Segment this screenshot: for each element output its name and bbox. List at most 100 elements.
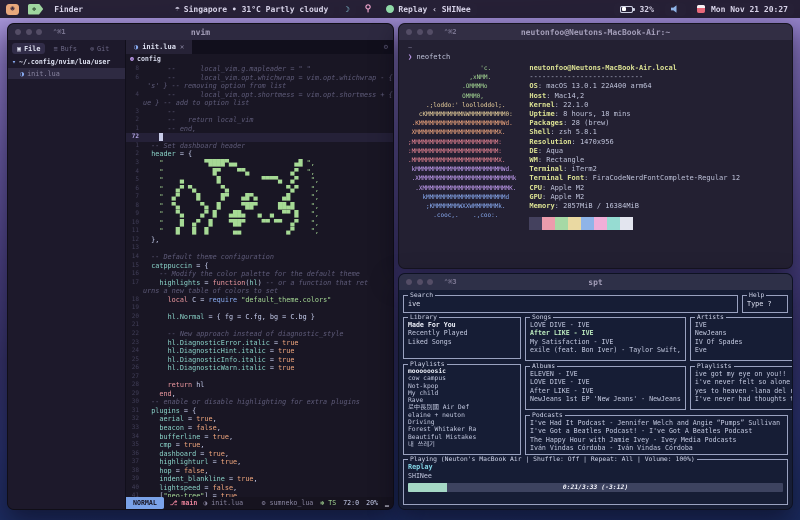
now-playing-panel[interactable]: Playing (Neuton's MacBook Air | Shuffle:… bbox=[403, 459, 788, 505]
list-item[interactable]: Liked Songs bbox=[408, 338, 516, 346]
traffic-lights[interactable] bbox=[15, 29, 42, 35]
tree-root-folder[interactable]: ▾ ~/.config/nvim/lua/user bbox=[8, 57, 125, 67]
front-app-pill[interactable]: Finder bbox=[48, 3, 89, 16]
list-item[interactable]: LOVE DIVE - IVE bbox=[530, 378, 681, 386]
list-item[interactable]: IV Of Spades bbox=[695, 338, 793, 346]
app-icon[interactable]: ☻ bbox=[6, 4, 19, 15]
library-panel[interactable]: Library Made For YouRecently PlayedLiked… bbox=[403, 317, 521, 359]
terminal-titlebar[interactable]: ⌃⌘2 neutonfoo@Neutons-MacBook-Air:~ bbox=[399, 24, 792, 40]
code-line[interactable]: 37 highlighturl = true, bbox=[126, 458, 393, 467]
weather-pill[interactable]: ☂ Singapore • 31°C Partly cloudy bbox=[169, 3, 334, 16]
list-item[interactable]: Made For You bbox=[408, 321, 516, 329]
code-line[interactable]: 32 aerial = true, bbox=[126, 415, 393, 424]
list-item[interactable]: elaine + neuton bbox=[408, 412, 516, 419]
code-line[interactable]: 31 plugins = { bbox=[126, 407, 393, 416]
list-item[interactable]: Forest Whitaker Ra bbox=[408, 426, 516, 433]
spt-titlebar[interactable]: ⌃⌘3 spt bbox=[399, 274, 792, 290]
code-line[interactable]: 36 dashboard = true, bbox=[126, 450, 393, 459]
list-item[interactable]: ive got my eye on you!! bbox=[695, 370, 793, 378]
list-item[interactable]: ELEVEN - IVE bbox=[530, 370, 681, 378]
code-line[interactable]: 18 local C = require "default_theme.colo… bbox=[126, 296, 393, 305]
list-item[interactable]: LOVE DIVE - IVE bbox=[530, 321, 681, 329]
code-line[interactable]: 17 highlights = function(hl) -- or a fun… bbox=[126, 279, 393, 288]
minimize-button[interactable] bbox=[26, 29, 32, 35]
playlists-panel[interactable]: Playlists moooooosiccow campusNot-kpopMy… bbox=[403, 364, 521, 455]
code-line[interactable]: ue } -- add to option list bbox=[126, 99, 393, 108]
code-line[interactable]: 5 " ▄ █ ▀▀▀▀▄ ▄▀ ", bbox=[126, 176, 393, 185]
clock-pill[interactable]: Mon Nov 21 20:27 bbox=[691, 3, 794, 16]
zoom-button[interactable] bbox=[427, 279, 433, 285]
code-line[interactable]: urns a new table of colors to set bbox=[126, 287, 393, 296]
traffic-lights[interactable] bbox=[406, 279, 433, 285]
search-playlists-panel[interactable]: Playlists ive got my eye on you!!i've ne… bbox=[690, 366, 793, 410]
list-item[interactable]: Rave bbox=[408, 397, 516, 404]
code-line[interactable]: 's' } -- removing option from list bbox=[126, 82, 393, 91]
code-line[interactable]: 3 " ▀████▀▄▄ ▄█ ", bbox=[126, 159, 393, 168]
code-line[interactable]: 15 catppuccin = { bbox=[126, 262, 393, 271]
minimize-button[interactable] bbox=[417, 29, 423, 35]
list-item[interactable]: After LIKE - IVE bbox=[530, 329, 681, 337]
code-line[interactable]: 26 hl.DiagnosticWarn.italic = true bbox=[126, 364, 393, 373]
list-item[interactable]: moooooosic bbox=[408, 368, 516, 375]
code-line[interactable]: 38 hop = false, bbox=[126, 467, 393, 476]
list-item[interactable]: My Satisfaction - IVE bbox=[530, 338, 681, 346]
volume-pill[interactable] bbox=[665, 3, 686, 16]
code-line[interactable]: 9 " ▀▄ ▄▀ █ ▄██▄ ▄ ▄ ▀▀ █ ", bbox=[126, 210, 393, 219]
now-playing-pill[interactable]: Replay ‹ SHINee bbox=[380, 3, 476, 16]
code-line[interactable]: 39 indent_blankline = true, bbox=[126, 475, 393, 484]
close-buffer-icon[interactable]: ✕ bbox=[180, 43, 184, 51]
list-item[interactable]: Iván Vindas Córdoba - Iván Vindas Córdob… bbox=[530, 444, 783, 452]
minimize-button[interactable] bbox=[417, 279, 423, 285]
code-line[interactable]: 8 " ▀▄ ▀▄ █ ▀██▀ ██▄█ ", bbox=[126, 202, 393, 211]
balloon-icon[interactable]: ⚲ bbox=[365, 4, 372, 14]
terminal-output[interactable]: ~ ❯ neofetch 'c. ,xNMM. .OMMMMo OMMM0, .… bbox=[399, 40, 792, 268]
code-line[interactable]: 11 " █ █ █ ▄▄ ▄▀ ", bbox=[126, 227, 393, 236]
search-input[interactable]: ive bbox=[408, 299, 733, 309]
close-button[interactable] bbox=[406, 29, 412, 35]
code-line[interactable]: 23 hl.DiagnosticError.italic = true bbox=[126, 339, 393, 348]
tree-file-init-lua[interactable]: ◑ init.lua bbox=[8, 68, 125, 79]
songs-panel[interactable]: Songs LOVE DIVE - IVEAfter LIKE - IVEMy … bbox=[525, 317, 686, 361]
list-item[interactable]: Driving bbox=[408, 419, 516, 426]
code-line[interactable]: 16 -- Modify the color palette for the d… bbox=[126, 270, 393, 279]
sidebar-tab-bufs[interactable]: ≡ Bufs bbox=[48, 43, 81, 54]
code-line[interactable]: 12 }, bbox=[126, 236, 393, 245]
code-line[interactable]: 1 -- Set dashboard header bbox=[126, 142, 393, 151]
code-line[interactable]: 2 -- return local_vim bbox=[126, 116, 393, 125]
nvim-titlebar[interactable]: ⌃⌘1 nvim bbox=[8, 24, 393, 40]
battery-pill[interactable]: 32% bbox=[614, 3, 659, 16]
code-line[interactable]: 1 -- end, bbox=[126, 125, 393, 134]
progress-bar[interactable]: 0:21/3:33 (-3:12) bbox=[408, 483, 783, 492]
list-item[interactable]: My child bbox=[408, 390, 516, 397]
code-line[interactable]: 6 " ▄▀ ▀▄ ▀▄ ▀▄▀ ", bbox=[126, 185, 393, 194]
list-item[interactable]: Beautiful Mistakes bbox=[408, 434, 516, 441]
code-line[interactable]: 21 bbox=[126, 321, 393, 330]
code-line[interactable]: 6 -- local_vim.opt.whichwrap = vim.opt.w… bbox=[126, 74, 393, 83]
code-line[interactable]: 8 -- local_vim.g.mapleader = " " bbox=[126, 65, 393, 74]
code-line[interactable]: 33 beacon = false, bbox=[126, 424, 393, 433]
code-line[interactable]: 28 return hl bbox=[126, 381, 393, 390]
tabline-gear-icon[interactable]: ⚙ bbox=[384, 43, 393, 51]
list-item[interactable]: exile (feat. Bon Iver) - Taylor Swift, bbox=[530, 346, 681, 354]
code-line[interactable]: 7 " ▄▀ █ █▀ ▄█▀▄ ▄█ ", bbox=[126, 193, 393, 202]
code-line[interactable]: 24 hl.DiagnosticHint.italic = true bbox=[126, 347, 393, 356]
code-line[interactable]: 2 header = { bbox=[126, 150, 393, 159]
code-line[interactable]: 13 bbox=[126, 244, 393, 253]
code-line[interactable]: 30 -- enable or disable highlighting for… bbox=[126, 398, 393, 407]
code-line[interactable]: 29 end, bbox=[126, 390, 393, 399]
code-line[interactable]: 19 bbox=[126, 304, 393, 313]
list-item[interactable]: 내 쓰레기 bbox=[408, 441, 516, 448]
code-line[interactable]: 34 bufferline = true, bbox=[126, 433, 393, 442]
code-line[interactable]: 27 bbox=[126, 373, 393, 382]
code-line[interactable]: 22 -- New approach instead of diagnostic… bbox=[126, 330, 393, 339]
search-box[interactable]: Search ive bbox=[403, 295, 738, 313]
zoom-button[interactable] bbox=[427, 29, 433, 35]
workspace-badge[interactable]: ❖ bbox=[28, 4, 43, 15]
code-line[interactable]: 3 -- bbox=[126, 108, 393, 117]
code-line[interactable]: 25 hl.DiagnosticInfo.italic = true bbox=[126, 356, 393, 365]
albums-panel[interactable]: Albums ELEVEN - IVELOVE DIVE - IVEAfter … bbox=[525, 366, 686, 410]
podcasts-panel[interactable]: Podcasts I've Had It Podcast - Jennifer … bbox=[525, 415, 788, 455]
list-item[interactable]: Eve bbox=[695, 346, 793, 354]
list-item[interactable]: I've Had It Podcast - Jennifer Welch and… bbox=[530, 419, 783, 427]
artists-panel[interactable]: Artists IVENewJeansIV Of SpadesEve bbox=[690, 317, 793, 361]
